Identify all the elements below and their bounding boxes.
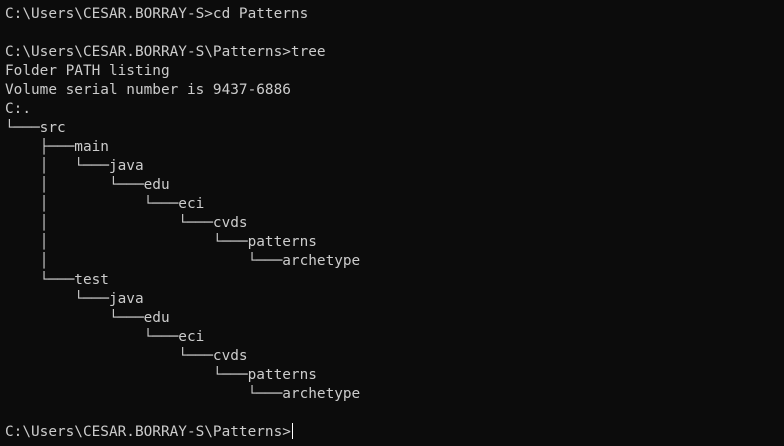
tree-root: C:. — [5, 101, 31, 117]
terminal-window[interactable]: C:\Users\CESAR.BORRAY-S>cd Patterns C:\U… — [0, 0, 784, 446]
command-line-cd: C:\Users\CESAR.BORRAY-S>cd Patterns — [5, 6, 309, 22]
tree-node-main-cvds: │ └───cvds — [5, 215, 248, 231]
prompt-line[interactable]: C:\Users\CESAR.BORRAY-S\Patterns> — [5, 423, 784, 442]
tree-node-test-java: └───java — [5, 291, 144, 307]
tree-node-src: └───src — [5, 120, 66, 136]
output-line-volume-serial: Volume serial number is 9437-6886 — [5, 82, 291, 98]
command-line-tree: C:\Users\CESAR.BORRAY-S\Patterns>tree — [5, 44, 326, 60]
tree-node-test-cvds: └───cvds — [5, 348, 248, 364]
tree-node-main: ├───main — [5, 139, 109, 155]
text-cursor — [291, 423, 294, 439]
tree-node-main-eci: │ └───eci — [5, 196, 205, 212]
tree-node-main-archetype: │ └───archetype — [5, 253, 361, 269]
prompt-text: C:\Users\CESAR.BORRAY-S\Patterns> — [5, 424, 291, 440]
output-line-folder-path: Folder PATH listing — [5, 63, 170, 79]
tree-node-test: └───test — [5, 272, 109, 288]
tree-node-test-edu: └───edu — [5, 310, 170, 326]
tree-node-test-archetype: └───archetype — [5, 386, 361, 402]
tree-node-main-edu: │ └───edu — [5, 177, 170, 193]
tree-node-main-java: │ └───java — [5, 158, 144, 174]
tree-node-main-patterns: │ └───patterns — [5, 234, 317, 250]
tree-node-test-patterns: └───patterns — [5, 367, 317, 383]
tree-node-test-eci: └───eci — [5, 329, 205, 345]
